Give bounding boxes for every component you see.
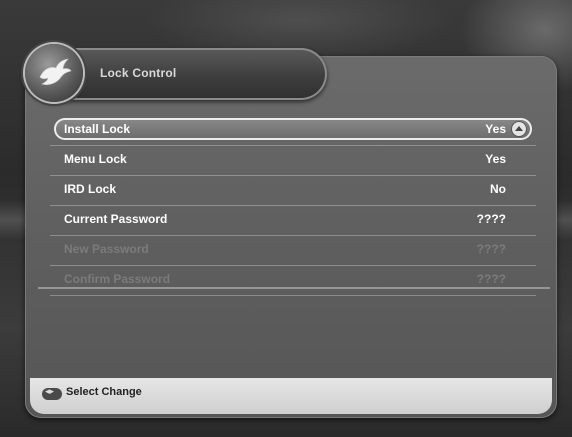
bird-emblem-icon (25, 44, 83, 102)
footer-hint: Select Change (66, 386, 142, 398)
menu-item-new-password: New Password ???? (50, 236, 536, 266)
lock-settings-list: Install Lock Yes Menu Lock Yes IRD Lock … (50, 116, 536, 296)
menu-item-label: Menu Lock (64, 152, 127, 166)
page-title: Lock Control (100, 66, 177, 80)
menu-item-menu-lock[interactable]: Menu Lock Yes (50, 146, 536, 176)
menu-item-install-lock[interactable]: Install Lock Yes (50, 116, 536, 146)
divider (38, 287, 550, 289)
menu-item-confirm-password: Confirm Password ???? (50, 266, 536, 296)
left-right-key-icon: ◂▸ (42, 386, 62, 400)
menu-item-value[interactable]: No (490, 182, 506, 196)
menu-item-value[interactable]: Yes (485, 152, 506, 166)
menu-item-value[interactable]: Yes (485, 122, 506, 136)
title-bar (45, 48, 327, 100)
menu-item-label: Current Password (64, 212, 168, 226)
arrow-up-icon (512, 122, 526, 136)
menu-item-label: Install Lock (64, 122, 131, 136)
password-field[interactable]: ???? (477, 212, 506, 226)
menu-item-current-password[interactable]: Current Password ???? (50, 206, 536, 236)
menu-item-label: New Password (64, 242, 149, 256)
menu-item-label: IRD Lock (64, 182, 117, 196)
menu-item-ird-lock[interactable]: IRD Lock No (50, 176, 536, 206)
password-field: ???? (476, 242, 506, 256)
key-glyph: ◂▸ (45, 386, 55, 396)
password-field: ???? (476, 272, 506, 286)
menu-item-label: Confirm Password (64, 272, 171, 286)
footer-help-bar: ◂▸ Select Change (30, 378, 552, 414)
